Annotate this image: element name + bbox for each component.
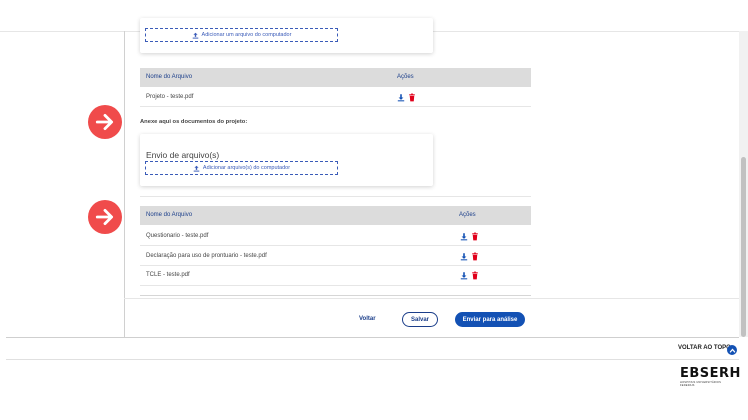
table1-header-actions: Ações [397,74,414,80]
table2-row-file-3: TCLE - teste.pdf [146,272,190,278]
save-button[interactable]: Salvar [402,312,438,327]
table1-row-file: Projeto - teste.pdf [146,94,194,100]
upload-icon [193,165,200,172]
download-icon[interactable] [460,252,468,261]
submit-button-label: Enviar para análise [462,316,518,323]
logo-text: EBSERH [680,366,741,381]
upload-card-docs: Envio de arquivo(s) Adicionar arquivo(s)… [140,134,433,186]
submit-for-review-button[interactable]: Enviar para análise [455,312,525,327]
ebserh-logo: EBSERH HOSPITAIS UNIVERSITÁRIOS FEDERAIS [680,366,741,387]
add-file-button[interactable]: Adicionar um arquivo do computador [145,28,338,42]
footer-top-divider [6,337,739,338]
chevron-up-icon[interactable] [727,345,737,355]
download-icon[interactable] [460,271,468,280]
back-button[interactable]: Voltar [359,316,376,322]
table1-row-divider [140,106,531,107]
download-icon[interactable] [460,232,468,241]
table2-row-file-1: Questionario - teste.pdf [146,233,209,239]
add-files-button-label: Adicionar arquivo(s) do computador [202,165,291,171]
trash-icon[interactable] [471,232,479,241]
trash-icon[interactable] [408,93,416,102]
table2-row-divider [140,285,531,286]
arrow-right-icon [88,200,122,234]
trash-icon[interactable] [471,271,479,280]
table2-header-name: Nome do Arquivo [146,212,193,218]
table2-bottom-divider [140,295,531,296]
table1-header-name: Nome do Arquivo [146,74,193,80]
scrollbar-thumb[interactable] [741,157,746,337]
upload-icon [192,32,198,39]
logo-subtitle: HOSPITAIS UNIVERSITÁRIOS FEDERAIS [680,381,722,387]
back-to-top-link[interactable]: VOLTAR AO TOPO [678,345,731,351]
trash-icon[interactable] [471,252,479,261]
left-divider [124,31,125,337]
add-file-button-label: Adicionar um arquivo do computador [201,32,292,38]
section-divider [140,196,531,197]
table1-header [140,68,531,87]
docs-section-label: Anexe aqui os documentos do projeto: [140,119,248,125]
footer-bottom-divider [6,359,739,360]
save-button-label: Salvar [410,316,429,323]
add-files-button[interactable]: Adicionar arquivo(s) do computador [145,161,338,175]
upload-card-top: Adicionar um arquivo do computador [140,18,433,53]
table2-row-divider [140,265,531,266]
arrow-right-icon [88,105,122,139]
actions-divider [124,298,739,299]
upload-card-title: Envio de arquivo(s) [146,150,220,160]
download-icon[interactable] [397,93,405,102]
table2-row-file-2: Declaração para uso de prontuario - test… [146,253,267,259]
table2-row-divider [140,245,531,246]
table2-header-actions: Ações [459,212,476,218]
